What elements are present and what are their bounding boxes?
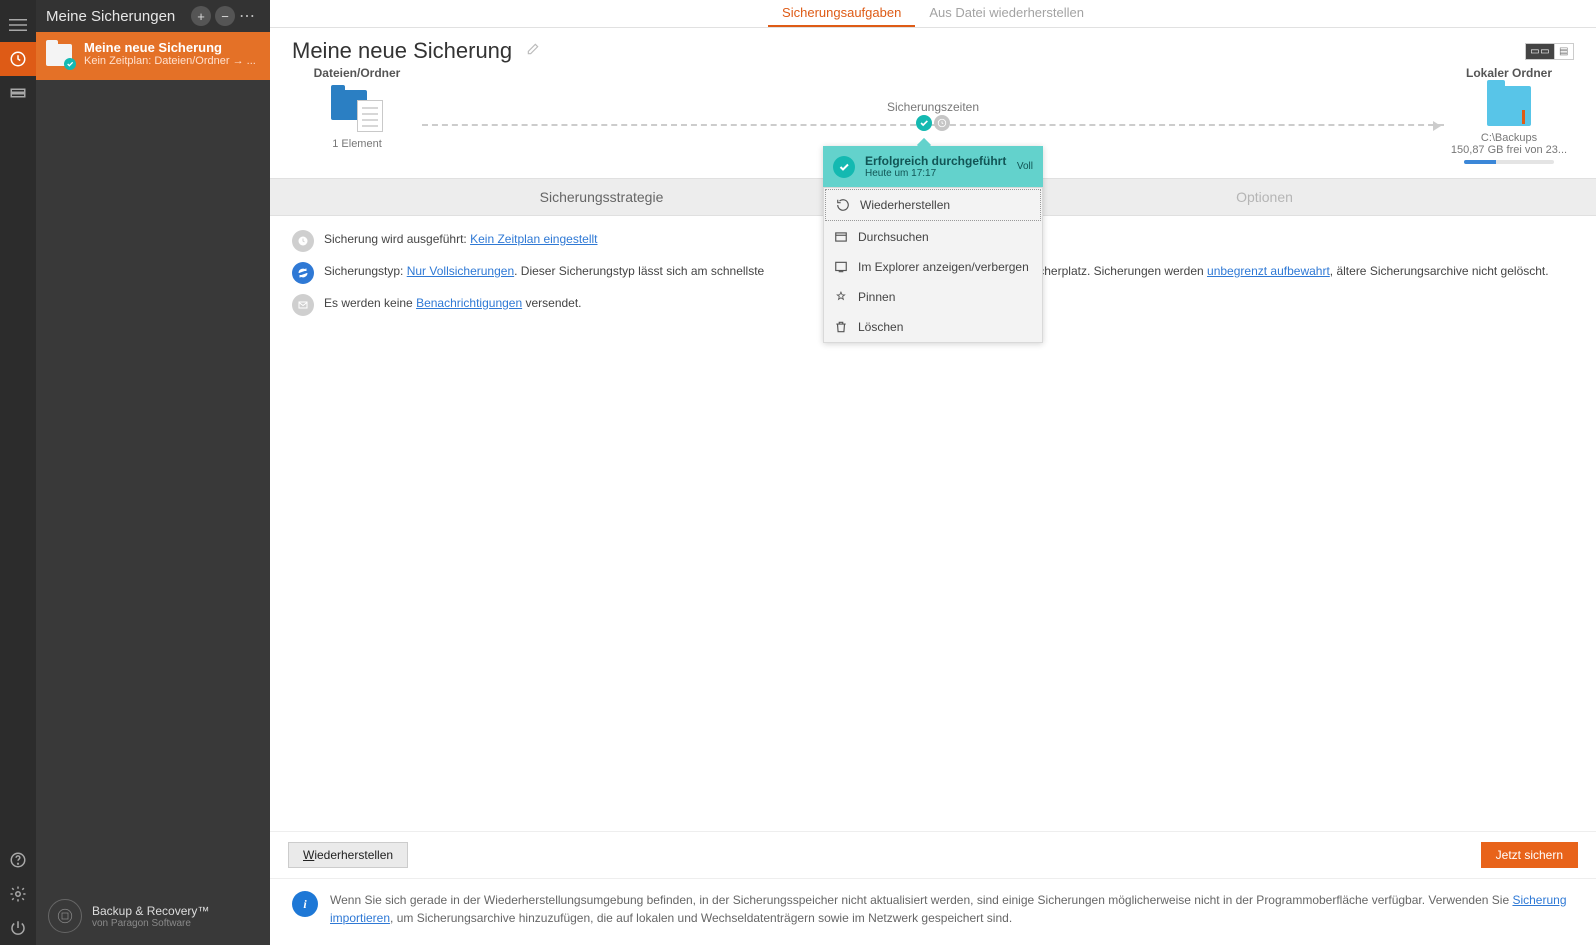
timeline-caption: Sicherungszeiten xyxy=(887,100,979,114)
retention-link[interactable]: unbegrenzt aufbewahrt xyxy=(1207,264,1330,278)
menu-restore-label: Wiederherstellen xyxy=(860,198,950,212)
page-title: Meine neue Sicherung xyxy=(292,38,512,64)
menu-explorer[interactable]: Im Explorer anzeigen/verbergen xyxy=(824,252,1042,282)
backup-flow: Dateien/Ordner 1 Element Sicherungszeite… xyxy=(270,66,1596,178)
menu-explorer-label: Im Explorer anzeigen/verbergen xyxy=(858,260,1029,274)
view-card-icon[interactable]: ▭▭ xyxy=(1526,44,1555,59)
txt: , ältere Sicherungsarchive nicht gelösch… xyxy=(1330,264,1549,278)
txt: Es werden keine xyxy=(324,296,416,310)
settings-icon[interactable] xyxy=(0,877,36,911)
product-name: Backup & Recovery™ xyxy=(92,904,209,918)
source-caption: Dateien/Ordner xyxy=(292,66,422,80)
flow-destination[interactable]: Lokaler Ordner C:\Backups 150,87 GB frei… xyxy=(1444,66,1574,164)
notifications-link[interactable]: Benachrichtigungen xyxy=(416,296,522,310)
menu-delete-label: Löschen xyxy=(858,320,903,334)
popup-header[interactable]: Erfolgreich durchgeführt Heute um 17:17 … xyxy=(823,146,1043,187)
clock-icon xyxy=(934,115,950,131)
success-icon xyxy=(833,156,855,178)
info-strip: i Wenn Sie sich gerade in der Wiederhers… xyxy=(270,878,1596,945)
tab-restore-from-file[interactable]: Aus Datei wiederherstellen xyxy=(915,0,1098,27)
edit-title-icon[interactable] xyxy=(526,42,540,61)
power-icon[interactable] xyxy=(0,911,36,945)
menu-browse-label: Durchsuchen xyxy=(858,230,929,244)
sidebar-footer: Backup & Recovery™ von Paragon Software xyxy=(36,887,270,945)
sidebar-item-subtitle: Kein Zeitplan: Dateien/Ordner → ... xyxy=(84,55,256,67)
top-tabs: Sicherungsaufgaben Aus Datei wiederherst… xyxy=(270,0,1596,28)
restore-button-label: iederherstellen xyxy=(314,848,393,862)
txt: versendet. xyxy=(522,296,581,310)
txt: Sicherungstyp: xyxy=(324,264,407,278)
popup-status: Erfolgreich durchgeführt xyxy=(865,154,1017,168)
menu-restore[interactable]: Wiederherstellen xyxy=(825,189,1041,221)
clock-icon xyxy=(292,230,314,252)
popup-type-tag: Voll xyxy=(1017,161,1033,172)
source-count: 1 Element xyxy=(292,138,422,150)
schedule-link[interactable]: Kein Zeitplan eingestellt xyxy=(470,232,597,246)
context-menu: Wiederherstellen Durchsuchen Im Explorer… xyxy=(823,187,1043,343)
info-icon: i xyxy=(292,891,318,917)
restore-button[interactable]: Wiederherstellen xyxy=(288,842,408,868)
backup-point-popup: Erfolgreich durchgeführt Heute um 17:17 … xyxy=(823,146,1043,343)
mail-icon xyxy=(292,294,314,316)
icon-rail xyxy=(0,0,36,945)
sidebar-item-folder-icon xyxy=(46,40,76,70)
view-list-icon[interactable]: ▤ xyxy=(1555,44,1573,59)
sidebar-item-backup[interactable]: Meine neue Sicherung Kein Zeitplan: Date… xyxy=(36,32,270,80)
menu-pin-label: Pinnen xyxy=(858,290,895,304)
txt: . Dieser Sicherungstyp lässt sich am sch… xyxy=(514,264,764,278)
info-text2: , um Sicherungsarchive hinzuzufügen, die… xyxy=(390,911,1012,925)
vendor-name: von Paragon Software xyxy=(92,918,209,929)
info-text: Wenn Sie sich gerade in der Wiederherste… xyxy=(330,893,1512,907)
dest-caption: Lokaler Ordner xyxy=(1444,66,1574,80)
timeline-node[interactable] xyxy=(916,115,950,131)
action-bar: Wiederherstellen Jetzt sichern xyxy=(270,831,1596,878)
sidebar-more-icon[interactable]: ⋯ xyxy=(235,6,260,26)
view-toggle: ▭▭ ▤ xyxy=(1525,43,1574,60)
sidebar-header: Meine Sicherungen + − ⋯ xyxy=(36,0,270,32)
txt: Sicherung wird ausgeführt: xyxy=(324,232,470,246)
backup-now-button[interactable]: Jetzt sichern xyxy=(1481,842,1578,868)
flow-source[interactable]: Dateien/Ordner 1 Element xyxy=(292,66,422,150)
menu-delete[interactable]: Löschen xyxy=(824,312,1042,342)
main: Sicherungsaufgaben Aus Datei wiederherst… xyxy=(270,0,1596,945)
title-row: Meine neue Sicherung ▭▭ ▤ xyxy=(270,28,1596,66)
tab-backup-tasks[interactable]: Sicherungsaufgaben xyxy=(768,0,915,27)
files-folder-icon xyxy=(331,86,383,132)
menu-pin[interactable]: Pinnen xyxy=(824,282,1042,312)
product-logo-icon xyxy=(48,899,82,933)
local-folder-icon xyxy=(1487,86,1531,126)
remove-backup-button[interactable]: − xyxy=(215,6,235,26)
checkmark-icon xyxy=(916,115,932,131)
dest-path: C:\Backups xyxy=(1444,132,1574,144)
dest-usage: 150,87 GB frei von 23... xyxy=(1444,144,1574,156)
backup-type-link[interactable]: Nur Vollsicherungen xyxy=(407,264,514,278)
usage-bar xyxy=(1464,160,1554,164)
sidebar-title: Meine Sicherungen xyxy=(46,8,187,25)
drives-icon[interactable] xyxy=(0,76,36,110)
menu-browse[interactable]: Durchsuchen xyxy=(824,222,1042,252)
sidebar-item-title: Meine neue Sicherung xyxy=(84,40,256,55)
help-icon[interactable] xyxy=(0,843,36,877)
flow-timeline: Sicherungszeiten Erfolgreich durchgeführ… xyxy=(422,66,1444,158)
menu-icon[interactable] xyxy=(0,8,36,42)
cycle-icon xyxy=(292,262,314,284)
sidebar: Meine Sicherungen + − ⋯ Meine neue Siche… xyxy=(36,0,270,945)
add-backup-button[interactable]: + xyxy=(191,6,211,26)
backup-tasks-icon[interactable] xyxy=(0,42,36,76)
popup-time: Heute um 17:17 xyxy=(865,168,1017,179)
status-ok-icon xyxy=(64,58,76,70)
